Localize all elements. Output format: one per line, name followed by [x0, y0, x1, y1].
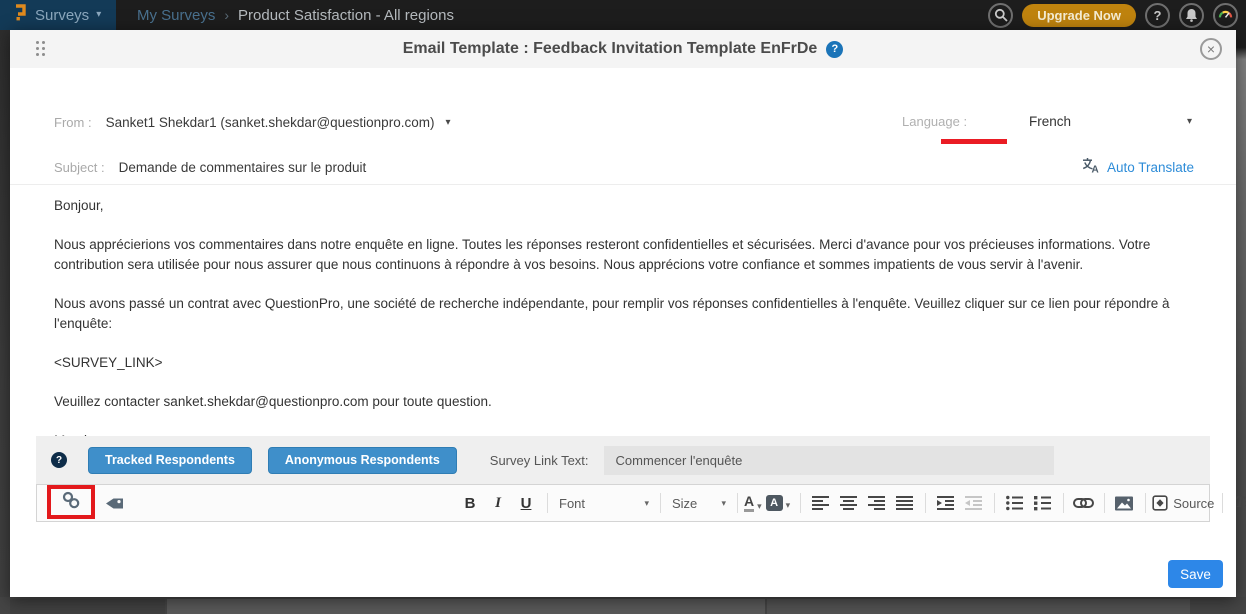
breadcrumb: My Surveys › Product Satisfaction - All …: [137, 0, 454, 30]
surveys-menu-label: Surveys: [35, 7, 89, 24]
insert-image-icon[interactable]: [1111, 491, 1137, 515]
remove-format-icon[interactable]: Tx: [1229, 491, 1246, 515]
upgrade-now-button[interactable]: Upgrade Now: [1022, 4, 1136, 27]
subject-label: Subject :: [54, 160, 105, 175]
close-icon[interactable]: ×: [1200, 38, 1222, 60]
page: Surveys ▾ My Surveys › Product Satisfact…: [0, 0, 1246, 614]
source-button[interactable]: Source: [1152, 491, 1214, 515]
align-center-icon[interactable]: [835, 491, 861, 515]
chevron-down-icon: ▾: [757, 501, 762, 512]
surveys-menu[interactable]: Surveys ▾: [0, 0, 116, 30]
translate-icon: A: [1082, 157, 1099, 178]
from-dropdown-caret-icon[interactable]: ▾: [445, 117, 450, 128]
from-value: Sanket1 Shekdar1 (sanket.shekdar@questio…: [106, 115, 435, 130]
italic-button[interactable]: I: [485, 491, 511, 515]
editor-toolbar: B I U Font▾ Size▾ A ▾ A ▾: [36, 484, 1210, 522]
insert-link-icon[interactable]: [1070, 491, 1096, 515]
from-label: From :: [54, 115, 92, 130]
modal-header: Email Template : Feedback Invitation Tem…: [10, 30, 1236, 68]
overlay-bottom: [0, 597, 1246, 614]
align-left-icon[interactable]: [807, 491, 833, 515]
bold-button[interactable]: B: [457, 491, 483, 515]
overlay-right: [1236, 30, 1246, 614]
email-paragraph: Nous apprécierions vos commentaires dans…: [54, 235, 1188, 275]
survey-link-text-input[interactable]: [604, 446, 1054, 475]
bulleted-list-icon[interactable]: [1001, 491, 1027, 515]
decrease-indent-icon: [960, 491, 986, 515]
respondents-help-icon[interactable]: ?: [51, 452, 67, 468]
font-size-dropdown[interactable]: Size▾: [667, 496, 731, 511]
usage-meter-icon[interactable]: [1213, 3, 1238, 28]
background-block: [767, 599, 1190, 614]
email-greeting: Bonjour,: [54, 196, 1188, 216]
language-active-underline: [941, 139, 1007, 144]
background-block: [167, 599, 765, 614]
email-paragraph: Veuillez contacter sanket.shekdar@questi…: [54, 392, 1188, 412]
auto-translate-label: Auto Translate: [1107, 160, 1194, 175]
help-icon[interactable]: ?: [1145, 3, 1170, 28]
source-label: Source: [1173, 496, 1214, 511]
language-value[interactable]: French: [1029, 114, 1071, 129]
respondents-bar: ? Tracked Respondents Anonymous Responde…: [36, 436, 1210, 484]
background-block: [10, 599, 165, 614]
chevron-down-icon: ▾: [721, 498, 726, 509]
modal-title: Email Template : Feedback Invitation Tem…: [403, 40, 818, 58]
subject-value[interactable]: Demande de commentaires sur le produit: [119, 160, 367, 175]
survey-link-token: <SURVEY_LINK>: [54, 353, 1188, 373]
breadcrumb-separator: ›: [224, 7, 229, 23]
chevron-down-icon: ▾: [644, 498, 649, 509]
merge-tag-icon[interactable]: [101, 492, 127, 514]
underline-button[interactable]: U: [513, 491, 539, 515]
email-paragraph: Nous avons passé un contrat avec Questio…: [54, 294, 1188, 334]
insert-variable-link-icon[interactable]: [61, 490, 81, 515]
breadcrumb-current: Product Satisfaction - All regions: [238, 7, 454, 24]
tracked-respondents-button[interactable]: Tracked Respondents: [88, 447, 252, 474]
format-button-group: B I U Font▾ Size▾ A ▾ A ▾: [457, 485, 1246, 521]
search-icon[interactable]: [988, 3, 1013, 28]
background-color-button[interactable]: A ▾: [766, 495, 791, 511]
chevron-down-icon: ▾: [786, 500, 791, 511]
survey-link-text-label: Survey Link Text:: [490, 453, 589, 468]
language-label: Language :: [902, 114, 967, 129]
numbered-list-icon[interactable]: [1029, 491, 1055, 515]
auto-translate-button[interactable]: A Auto Translate: [1082, 157, 1194, 178]
subject-row: Subject : Demande de commentaires sur le…: [10, 151, 1236, 185]
questionpro-logo-icon: [13, 3, 28, 27]
topbar-actions: Upgrade Now ?: [988, 2, 1238, 28]
chevron-down-icon: ▾: [96, 10, 101, 20]
breadcrumb-my-surveys[interactable]: My Surveys: [137, 7, 215, 24]
annotation-highlight-box: [47, 485, 95, 519]
increase-indent-icon[interactable]: [932, 491, 958, 515]
top-navigation-bar: Surveys ▾ My Surveys › Product Satisfact…: [0, 0, 1246, 30]
svg-text:A: A: [1091, 165, 1098, 174]
save-button[interactable]: Save: [1168, 560, 1223, 588]
overlay-left: [0, 30, 10, 614]
email-body-editor[interactable]: Bonjour, Nous apprécierions vos commenta…: [54, 186, 1188, 436]
notifications-bell-icon[interactable]: [1179, 3, 1204, 28]
align-right-icon[interactable]: [863, 491, 889, 515]
email-template-modal: Email Template : Feedback Invitation Tem…: [10, 30, 1236, 597]
text-color-button[interactable]: A ▾: [744, 494, 762, 512]
language-dropdown-caret-icon[interactable]: ▾: [1187, 116, 1192, 127]
title-help-icon[interactable]: ?: [826, 41, 843, 58]
align-justify-icon[interactable]: [891, 491, 917, 515]
anonymous-respondents-button[interactable]: Anonymous Respondents: [268, 447, 457, 474]
font-family-dropdown[interactable]: Font▾: [554, 496, 654, 511]
